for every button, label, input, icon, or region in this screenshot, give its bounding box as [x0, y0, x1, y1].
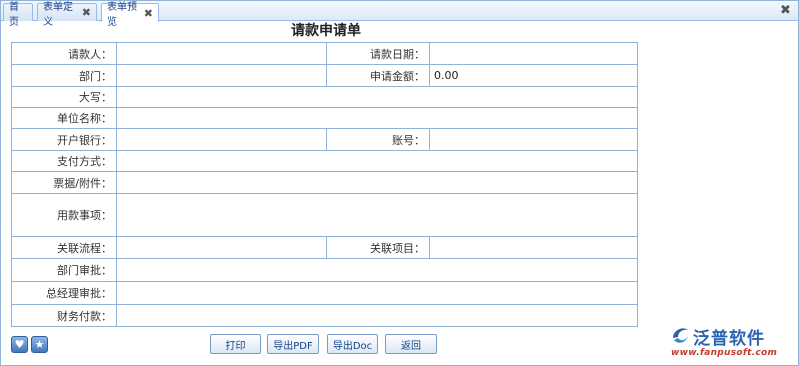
form-row: 财务付款： — [12, 305, 637, 326]
close-icon[interactable]: ✖ — [144, 8, 153, 19]
print-button[interactable]: 打印 — [210, 334, 261, 354]
logo-mark-icon — [673, 328, 688, 343]
form-row: 部门： 申请金额： 0.00 — [12, 65, 637, 87]
brand-logo: 泛普软件 www.fanpusoft.com — [669, 324, 797, 364]
dept-approval-field[interactable] — [117, 259, 637, 281]
form-row: 大写： — [12, 87, 637, 108]
tab-form-preview[interactable]: 表单预览 ✖ — [101, 2, 159, 28]
form-row: 请款人： 请款日期： — [12, 43, 637, 65]
star-icon[interactable]: ★ — [31, 336, 48, 353]
export-pdf-button[interactable]: 导出PDF — [267, 334, 319, 354]
bank-field[interactable] — [117, 129, 326, 150]
department-label: 部门： — [12, 65, 117, 86]
request-date-field[interactable] — [430, 43, 637, 64]
window-close-icon[interactable]: ✖ — [778, 3, 793, 18]
account-label: 账号： — [326, 129, 430, 150]
tab-form-definition[interactable]: 表单定义 ✖ — [37, 2, 97, 28]
department-field[interactable] — [117, 65, 326, 86]
tab-bar: 首页 表单定义 ✖ 表单预览 ✖ ✖ — [1, 1, 798, 28]
payment-method-label: 支付方式： — [12, 151, 117, 171]
form-row: 开户银行： 账号： — [12, 129, 637, 151]
heart-icon[interactable]: ♥ — [11, 336, 28, 353]
amount-in-words-field[interactable] — [117, 87, 637, 107]
gm-approval-label: 总经理审批： — [12, 282, 117, 304]
logo-name: 泛普软件 — [693, 329, 765, 349]
export-doc-button[interactable]: 导出Doc — [327, 334, 378, 354]
form-row: 用款事项： — [12, 194, 637, 237]
finance-payment-label: 财务付款： — [12, 305, 117, 326]
payment-method-field[interactable] — [117, 151, 637, 171]
purpose-field[interactable] — [117, 194, 637, 236]
amount-label: 申请金额： — [326, 65, 430, 86]
account-field[interactable] — [430, 129, 637, 150]
attachments-field[interactable] — [117, 172, 637, 193]
back-button[interactable]: 返回 — [385, 334, 437, 354]
tab-home[interactable]: 首页 — [3, 2, 33, 28]
form-row: 票据/附件： — [12, 172, 637, 194]
form-row: 部门审批： — [12, 259, 637, 282]
requester-field[interactable] — [117, 43, 326, 64]
related-project-field[interactable] — [430, 237, 637, 258]
related-flow-label: 关联流程： — [12, 237, 117, 258]
app-window: 首页 表单定义 ✖ 表单预览 ✖ ✖ 请款申请单 请款人： 请款日期： 部门： … — [0, 0, 799, 366]
form-row: 支付方式： — [12, 151, 637, 172]
form-row: 关联流程： 关联项目： — [12, 237, 637, 259]
company-name-field[interactable] — [117, 108, 637, 128]
gm-approval-field[interactable] — [117, 282, 637, 304]
dept-approval-label: 部门审批： — [12, 259, 117, 281]
logo-url: www.fanpusoft.com — [671, 348, 778, 358]
related-project-label: 关联项目： — [326, 237, 430, 258]
form-row: 单位名称： — [12, 108, 637, 129]
bank-label: 开户银行： — [12, 129, 117, 150]
amount-in-words-label: 大写： — [12, 87, 117, 107]
request-date-label: 请款日期： — [326, 43, 430, 64]
company-name-label: 单位名称： — [12, 108, 117, 128]
attachments-label: 票据/附件： — [12, 172, 117, 193]
close-icon[interactable]: ✖ — [82, 7, 91, 18]
form-table: 请款人： 请款日期： 部门： 申请金额： 0.00 大写： 单位名称： 开户银行… — [11, 42, 638, 327]
form-row: 总经理审批： — [12, 282, 637, 305]
related-flow-field[interactable] — [117, 237, 326, 258]
requester-label: 请款人： — [12, 43, 117, 64]
purpose-label: 用款事项： — [12, 194, 117, 236]
amount-field[interactable]: 0.00 — [430, 65, 637, 86]
form-title: 请款申请单 — [291, 23, 361, 39]
finance-payment-field[interactable] — [117, 305, 637, 326]
